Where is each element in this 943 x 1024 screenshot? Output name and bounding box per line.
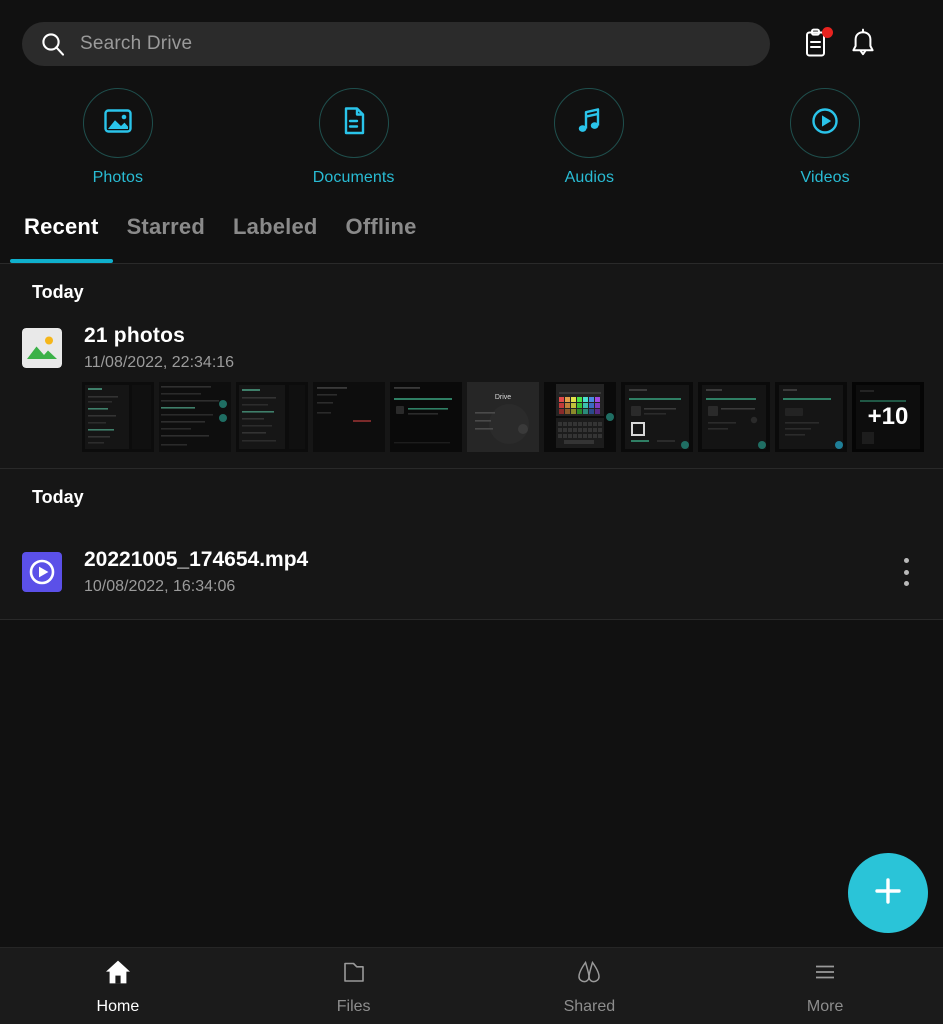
list-item[interactable]: 21 photos 11/08/2022, 22:34:16 Drive +10	[0, 320, 943, 468]
tab-label: Labeled	[233, 214, 318, 239]
search-placeholder-text: Search Drive	[80, 33, 193, 54]
photo-thumbnail[interactable]	[544, 382, 616, 452]
nav-item-more[interactable]: More	[707, 957, 943, 1016]
quick-circle	[790, 88, 861, 158]
folder-icon	[339, 957, 369, 992]
photo-thumbnail[interactable]	[390, 382, 462, 452]
nav-label: Files	[336, 997, 371, 1015]
notification-badge	[822, 27, 833, 38]
tab-labeled[interactable]: Labeled	[219, 212, 332, 263]
add-button[interactable]	[848, 853, 928, 933]
search-icon	[40, 31, 66, 57]
section-header-today-1: Today	[0, 264, 943, 320]
file-timestamp: 10/08/2022, 16:34:06	[84, 578, 236, 595]
photo-thumbnail[interactable]	[775, 382, 847, 452]
quick-access-label: Videos	[800, 169, 850, 186]
image-icon	[101, 104, 135, 143]
content-area: Today 21 photos 11/08/2022, 22:34:16 Dri…	[0, 264, 943, 1024]
nav-label: Shared	[563, 997, 616, 1015]
photo-thumbnail[interactable]	[313, 382, 385, 452]
photo-thumbnail-more[interactable]: +10	[852, 382, 924, 452]
quick-circle	[554, 88, 625, 158]
tab-starred[interactable]: Starred	[113, 212, 219, 263]
nav-item-files[interactable]: Files	[236, 957, 472, 1016]
bottom-navigation-bar: Home Files Shared More	[0, 947, 943, 1024]
photo-thumbnail-strip[interactable]: Drive +10	[0, 382, 943, 452]
quick-circle	[82, 88, 153, 158]
group-photo-bundle: Today 21 photos 11/08/2022, 22:34:16 Dri…	[0, 264, 943, 469]
tab-offline[interactable]: Offline	[332, 212, 431, 263]
list-item[interactable]: 20221005_174654.mp4 10/08/2022, 16:34:06	[0, 525, 943, 619]
drive-app-screen: Search Drive Photos Documents Audios Vid…	[0, 0, 943, 1024]
file-texts: 20221005_174654.mp4 10/08/2022, 16:34:06	[84, 548, 891, 596]
nav-label: More	[806, 997, 844, 1015]
kebab-dot	[903, 581, 909, 586]
tab-bar: Recent Starred Labeled Offline	[0, 212, 943, 264]
photo-thumbnail[interactable]	[159, 382, 231, 452]
quick-access-label: Photos	[92, 169, 144, 186]
photo-bundle-title: 21 photos	[84, 324, 185, 347]
photo-bundle-timestamp: 11/08/2022, 22:34:16	[84, 354, 235, 371]
music-note-icon	[572, 104, 606, 143]
quick-access-row: Photos Documents Audios Videos	[0, 88, 943, 210]
tab-label: Offline	[345, 214, 417, 239]
nav-item-home[interactable]: Home	[0, 957, 236, 1016]
quick-access-label: Documents	[312, 169, 395, 186]
svg-text:Drive: Drive	[495, 394, 511, 401]
notes-clipboard-icon[interactable]	[800, 27, 834, 61]
kebab-menu-icon[interactable]	[891, 555, 921, 589]
menu-icon	[810, 957, 840, 992]
notifications-bell-icon[interactable]	[846, 27, 880, 61]
tab-label: Recent	[24, 214, 99, 239]
quick-access-photos[interactable]: Photos	[0, 88, 236, 187]
photo-thumbnail[interactable]: Drive	[467, 382, 539, 452]
photo-bundle-texts: 21 photos 11/08/2022, 22:34:16	[84, 324, 234, 372]
photo-thumbnail[interactable]	[82, 382, 154, 452]
tab-label: Starred	[126, 214, 205, 239]
photo-thumbnail[interactable]	[621, 382, 693, 452]
home-icon	[103, 957, 133, 992]
quick-access-videos[interactable]: Videos	[707, 88, 943, 187]
kebab-dot	[903, 558, 909, 563]
group-video-file: Today 20221005_174654.mp4 10/08/2022, 16…	[0, 469, 943, 620]
play-circle-icon	[808, 104, 842, 143]
file-name: 20221005_174654.mp4	[84, 548, 309, 571]
top-bar: Search Drive	[0, 0, 943, 88]
kebab-dot	[903, 569, 909, 575]
photo-thumbnail[interactable]	[236, 382, 308, 452]
plus-icon	[868, 871, 908, 916]
quick-access-audios[interactable]: Audios	[472, 88, 708, 187]
more-photos-count: +10	[852, 382, 924, 452]
quick-circle	[318, 88, 389, 158]
nav-item-shared[interactable]: Shared	[472, 957, 708, 1016]
photo-stack-icon	[22, 328, 62, 368]
photo-thumbnail[interactable]	[698, 382, 770, 452]
search-input[interactable]: Search Drive	[22, 22, 770, 66]
section-header-today-2: Today	[0, 469, 943, 525]
photo-bundle-head: 21 photos 11/08/2022, 22:34:16	[0, 320, 943, 372]
document-icon	[337, 104, 371, 143]
nav-label: Home	[96, 997, 140, 1015]
video-file-icon	[22, 552, 62, 592]
quick-access-label: Audios	[564, 169, 615, 186]
tab-recent[interactable]: Recent	[10, 212, 113, 263]
shared-icon	[574, 957, 604, 992]
quick-access-documents[interactable]: Documents	[236, 88, 472, 187]
